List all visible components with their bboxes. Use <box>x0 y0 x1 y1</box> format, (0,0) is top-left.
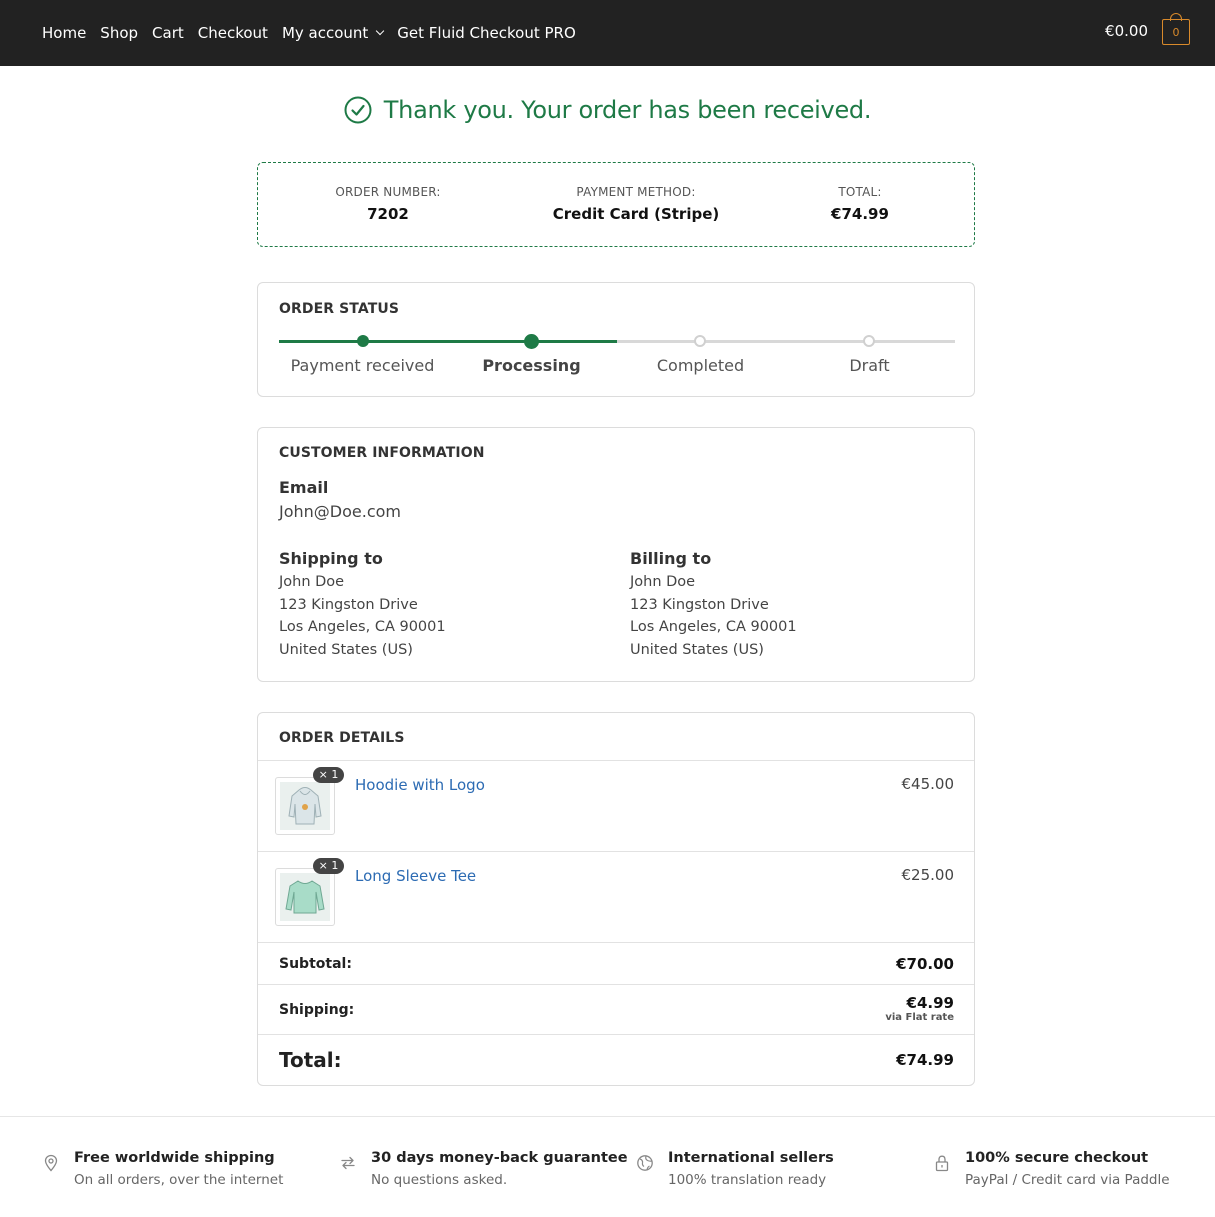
item-price: €25.00 <box>901 866 955 884</box>
status-progress-track <box>279 340 955 343</box>
divider <box>258 851 974 852</box>
divider <box>258 760 974 761</box>
step-dot-draft <box>863 335 875 347</box>
subtotal-value: €70.00 <box>896 955 954 973</box>
item-name-link[interactable]: Hoodie with Logo <box>355 776 485 794</box>
feature-title: 30 days money-back guarantee <box>371 1150 628 1166</box>
shipping-address: John Doe 123 Kingston Drive Los Angeles,… <box>279 571 446 661</box>
shipping-city: Los Angeles, CA 90001 <box>279 619 446 635</box>
feature-subtitle: PayPal / Credit card via Paddle <box>965 1172 1170 1188</box>
step-label-draft: Draft <box>849 356 890 375</box>
top-navigation-bar: Home Shop Cart Checkout My account Get F… <box>0 0 1215 66</box>
payment-method-block: PAYMENT METHOD: Credit Card (Stripe) <box>516 185 756 223</box>
order-total-block: TOTAL: €74.99 <box>810 185 910 223</box>
billing-city: Los Angeles, CA 90001 <box>630 619 797 635</box>
nav-my-account-link[interactable]: My account <box>281 24 385 42</box>
payment-method-value: Credit Card (Stripe) <box>552 205 720 223</box>
billing-heading: Billing to <box>630 549 712 568</box>
step-label-completed: Completed <box>656 356 745 375</box>
customer-email: John@Doe.com <box>279 502 401 521</box>
check-circle-icon <box>344 96 372 124</box>
divider <box>258 984 974 985</box>
nav-cart-link[interactable]: Cart <box>152 24 184 42</box>
billing-address: John Doe 123 Kingston Drive Los Angeles,… <box>630 571 797 661</box>
email-heading: Email <box>279 478 329 497</box>
step-dot-processing <box>524 334 539 349</box>
footer-divider <box>0 1116 1215 1117</box>
nav-my-account-label: My account <box>281 24 369 42</box>
order-details-title: ORDER DETAILS <box>279 730 405 746</box>
hoodie-image[interactable] <box>275 777 335 835</box>
location-pin-icon <box>44 1154 58 1172</box>
shipping-label: Shipping: <box>279 1002 355 1018</box>
item-price: €45.00 <box>901 775 955 793</box>
feature-title: International sellers <box>668 1150 834 1166</box>
header-cart[interactable]: €0.00 0 <box>1105 13 1190 45</box>
exchange-arrows-icon <box>341 1156 355 1170</box>
divider <box>258 942 974 943</box>
chevron-down-icon <box>376 26 385 36</box>
order-details-section: ORDER DETAILS × 1 Hoodie with Logo €45.0… <box>257 712 975 1086</box>
billing-street: 123 Kingston Drive <box>630 596 769 613</box>
feature-title: Free worldwide shipping <box>74 1150 275 1166</box>
shipping-heading: Shipping to <box>279 549 383 568</box>
order-number-value: 7202 <box>367 205 409 223</box>
shipping-name: John Doe <box>279 574 345 590</box>
order-number-block: ORDER NUMBER: 7202 <box>288 185 488 223</box>
globe-icon <box>637 1155 653 1171</box>
step-label-processing: Processing <box>482 356 581 375</box>
shopping-bag-icon[interactable]: 0 <box>1162 13 1190 45</box>
divider <box>258 1034 974 1035</box>
order-total-value: €74.99 <box>831 205 889 223</box>
customer-information-section: CUSTOMER INFORMATION Email John@Doe.com … <box>257 427 975 682</box>
thank-you-message: Thank you. Your order has been received. <box>383 96 872 124</box>
long-sleeve-tee-image[interactable] <box>275 868 335 926</box>
total-value: €74.99 <box>896 1051 954 1069</box>
payment-method-label: PAYMENT METHOD: <box>576 185 696 199</box>
order-overview: ORDER NUMBER: 7202 PAYMENT METHOD: Credi… <box>257 162 975 247</box>
subtotal-label: Subtotal: <box>279 956 352 972</box>
step-label-payment-received: Payment received <box>290 356 435 375</box>
quantity-badge: × 1 <box>313 858 344 874</box>
quantity-badge: × 1 <box>313 767 344 783</box>
shipping-street: 123 Kingston Drive <box>279 596 418 613</box>
cart-total-amount[interactable]: €0.00 <box>1105 22 1148 40</box>
lock-icon <box>935 1155 949 1172</box>
cart-count-badge: 0 <box>1162 19 1190 45</box>
billing-name: John Doe <box>630 574 696 590</box>
status-progress-fill <box>279 340 617 343</box>
step-dot-payment-received <box>357 335 369 347</box>
nav-shop-link[interactable]: Shop <box>100 24 138 42</box>
step-dot-completed <box>694 335 706 347</box>
nav-home-link[interactable]: Home <box>42 24 86 42</box>
feature-subtitle: No questions asked. <box>371 1172 508 1188</box>
order-status-section: ORDER STATUS Payment received Processing… <box>257 282 975 397</box>
long-sleeve-tee-illustration <box>285 880 325 914</box>
billing-country: United States (US) <box>630 641 764 658</box>
total-label: Total: <box>279 1048 342 1072</box>
hoodie-illustration <box>288 787 322 825</box>
feature-subtitle: On all orders, over the internet <box>74 1172 284 1188</box>
item-name-link[interactable]: Long Sleeve Tee <box>355 867 476 885</box>
shipping-method: via Flat rate <box>885 1012 954 1023</box>
shipping-country: United States (US) <box>279 641 413 658</box>
order-number-label: ORDER NUMBER: <box>335 185 441 199</box>
primary-menu: Home Shop Cart Checkout My account Get F… <box>42 0 590 66</box>
order-received-heading: Thank you. Your order has been received. <box>0 96 1215 124</box>
order-total-label: TOTAL: <box>838 185 882 199</box>
nav-get-pro-link[interactable]: Get Fluid Checkout PRO <box>397 24 575 42</box>
order-status-title: ORDER STATUS <box>279 301 400 317</box>
nav-checkout-link[interactable]: Checkout <box>198 24 268 42</box>
feature-subtitle: 100% translation ready <box>668 1172 827 1188</box>
feature-title: 100% secure checkout <box>965 1150 1149 1166</box>
shipping-value: €4.99 <box>906 994 954 1012</box>
customer-information-title: CUSTOMER INFORMATION <box>279 445 485 461</box>
